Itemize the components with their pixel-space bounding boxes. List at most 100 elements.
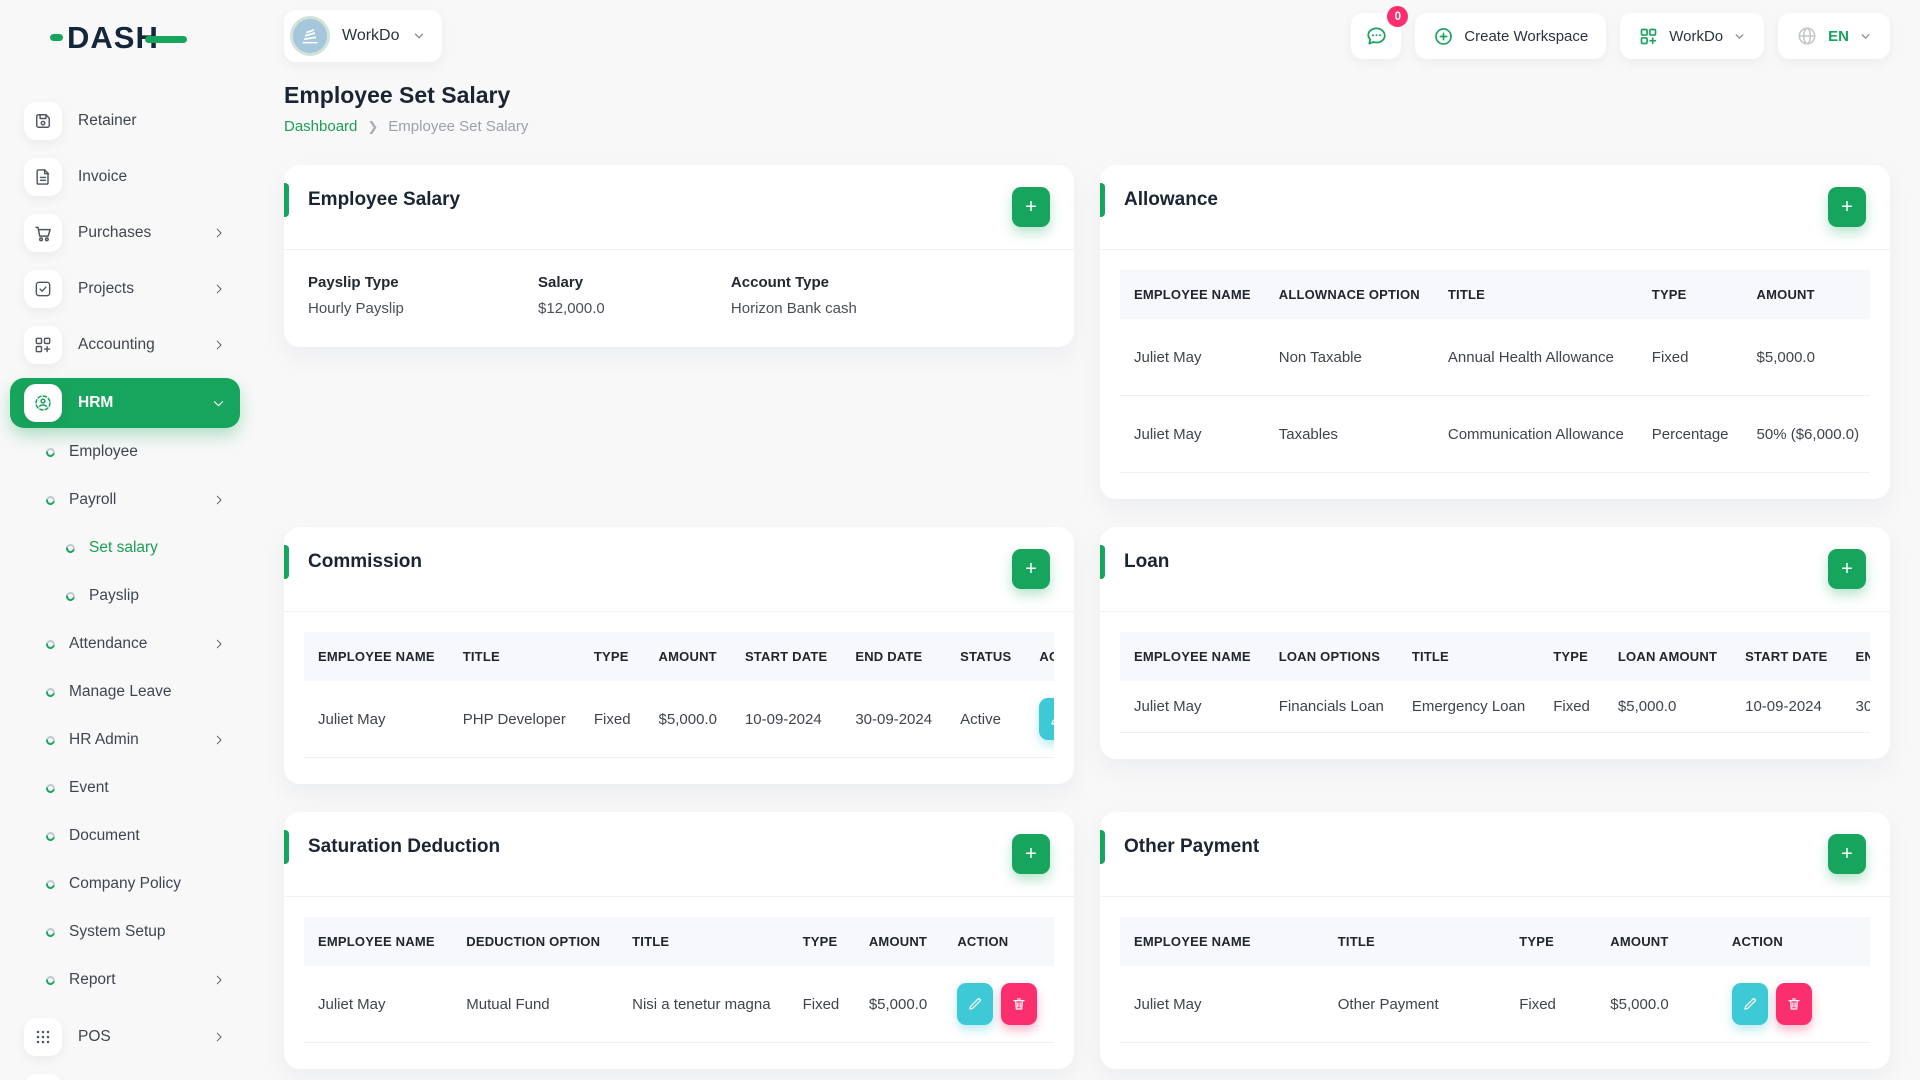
sidebar-item-attendance[interactable]: Attendance <box>10 620 240 668</box>
delete-button[interactable] <box>1775 983 1812 1025</box>
chevron-right-icon <box>212 282 226 296</box>
chevron-right-icon <box>212 973 226 987</box>
sidebar-item-purchases[interactable]: Purchases <box>10 210 240 256</box>
field-value: Horizon Bank cash <box>730 300 857 317</box>
card-accent-bar <box>284 545 289 579</box>
table-cell: Taxables <box>1264 395 1434 473</box>
table-cell: $5,000.0 <box>1742 319 1870 396</box>
table-cell: 30-09-2024 <box>1841 681 1870 733</box>
edit-button[interactable] <box>1039 698 1054 740</box>
app-logo[interactable]: DASH <box>0 0 250 74</box>
sidebar-item-accounting[interactable]: Accounting <box>10 322 240 368</box>
add-commission-button[interactable]: + <box>1012 549 1050 589</box>
field-label: Payslip Type <box>308 274 399 291</box>
add-employee-salary-button[interactable]: + <box>1012 187 1050 227</box>
add-allowance-button[interactable]: + <box>1828 187 1866 227</box>
sidebar-item-event[interactable]: Event <box>10 764 240 812</box>
add-loan-button[interactable]: + <box>1828 549 1866 589</box>
card-title: Other Payment <box>1124 836 1260 857</box>
sidebar-item-label: Retainer <box>78 112 137 129</box>
table-header-row: EMPLOYEE NAME TITLE TYPE AMOUNT START DATE EN… <box>304 632 1054 681</box>
card-title: Saturation Deduction <box>308 836 501 857</box>
create-workspace-label: Create Workspace <box>1464 27 1589 45</box>
column-header: LOAN OPTIONS <box>1264 632 1398 681</box>
sidebar-item-invoice[interactable]: Invoice <box>10 154 240 200</box>
card-saturation-deduction: Saturation Deduction + EMPLOYEE NAME DEDU… <box>284 812 1074 1069</box>
column-header: TYPE <box>1539 632 1604 681</box>
sidebar-item-payroll[interactable]: Payroll <box>10 476 240 524</box>
edit-button[interactable] <box>1731 983 1768 1025</box>
table-cell: Juliet May <box>304 966 453 1043</box>
workspace-selector[interactable]: WorkDo <box>284 10 442 62</box>
sidebar-item-label: Payroll <box>69 491 117 508</box>
delete-button[interactable] <box>1001 983 1038 1025</box>
table-cell: Fixed <box>1505 966 1597 1043</box>
plus-icon: + <box>1841 195 1853 218</box>
add-saturation-deduction-button[interactable]: + <box>1012 834 1050 874</box>
card-accent-bar <box>1100 830 1105 864</box>
bullet-icon <box>44 877 57 891</box>
card-header: Commission + <box>284 527 1074 612</box>
field-value: Hourly Payslip <box>308 300 404 317</box>
field-account-type: Account Type Horizon Bank cash <box>731 274 1050 317</box>
sidebar-item-crm[interactable]: CRM <box>10 1070 240 1080</box>
sidebar-item-set-salary[interactable]: Set salary <box>10 524 240 572</box>
sidebar-item-report[interactable]: Report <box>10 956 240 1004</box>
sidebar-item-payslip[interactable]: Payslip <box>10 572 240 620</box>
card-accent-bar <box>284 183 289 217</box>
create-workspace-button[interactable]: Create Workspace <box>1415 13 1607 59</box>
table-cell: PHP Developer <box>448 681 580 758</box>
table-cell: Financials Loan <box>1264 681 1398 733</box>
topbar-right: 0 Create Workspace WorkDo EN <box>1351 6 1890 59</box>
crm-icon <box>24 1074 62 1080</box>
sidebar-item-projects[interactable]: Projects <box>10 266 240 312</box>
card-title: Commission <box>308 551 423 572</box>
sidebar-item-employee[interactable]: Employee <box>10 428 240 476</box>
sidebar-item-system-setup[interactable]: System Setup <box>10 908 240 956</box>
sidebar-item-label: Set salary <box>89 539 158 556</box>
breadcrumb-dashboard-link[interactable]: Dashboard <box>284 118 357 135</box>
card-header: Other Payment + <box>1100 812 1890 897</box>
sidebar-item-document[interactable]: Document <box>10 812 240 860</box>
sidebar-item-label: System Setup <box>69 923 166 940</box>
chevron-right-icon: ❯ <box>367 118 379 134</box>
edit-button[interactable] <box>957 983 994 1025</box>
table-row: Juliet May Mutual Fund Nisi a tenetur magn… <box>304 966 1054 1043</box>
workdo-menu-button[interactable]: WorkDo <box>1620 13 1765 59</box>
table-cell: 10-09-2024 <box>730 681 842 758</box>
grid-plus-icon <box>24 326 62 364</box>
column-header: EMPLOYEE NAME <box>1120 632 1265 681</box>
table-row: Juliet May Other Payment Fixed $5,000.0 <box>1120 966 1870 1043</box>
chevron-down-icon <box>211 396 226 411</box>
add-other-payment-button[interactable]: + <box>1828 834 1866 874</box>
column-header: LOAN AMOUNT <box>1603 632 1732 681</box>
bullet-icon <box>44 733 57 747</box>
table-row: Juliet May Non Taxable Annual Health Allow… <box>1120 319 1870 396</box>
field-label: Salary <box>538 274 584 291</box>
sidebar-item-label: HR Admin <box>69 731 139 748</box>
language-selector[interactable]: EN <box>1778 13 1890 59</box>
field-label: Account Type <box>730 274 829 291</box>
card-title: Employee Salary <box>308 189 461 210</box>
column-header: TITLE <box>1433 270 1638 319</box>
plus-icon: + <box>1841 842 1853 865</box>
messages-button[interactable]: 0 <box>1351 6 1409 59</box>
column-header: START DATE <box>1731 632 1842 681</box>
pencil-icon <box>1742 996 1758 1012</box>
chevron-down-icon <box>412 29 426 43</box>
column-header: TYPE <box>579 632 645 681</box>
sidebar-item-retainer[interactable]: Retainer <box>10 98 240 144</box>
table-cell: $5,000.0 <box>644 681 731 758</box>
save-icon <box>24 102 62 140</box>
sidebar-item-company-policy[interactable]: Company Policy <box>10 860 240 908</box>
sidebar-item-label: Purchases <box>78 224 152 241</box>
sidebar-item-hrm[interactable]: HRM <box>10 378 240 428</box>
sidebar-item-hr-admin[interactable]: HR Admin <box>10 716 240 764</box>
table-cell: $5,000.0 <box>854 966 944 1043</box>
column-header: TYPE <box>788 917 855 966</box>
field-salary: Salary $12,000.0 <box>538 274 731 317</box>
action-cell <box>943 966 1054 1043</box>
sidebar-item-pos[interactable]: POS <box>10 1014 240 1060</box>
sidebar-item-manage-leave[interactable]: Manage Leave <box>10 668 240 716</box>
sidebar-item-label: HRM <box>78 394 114 411</box>
